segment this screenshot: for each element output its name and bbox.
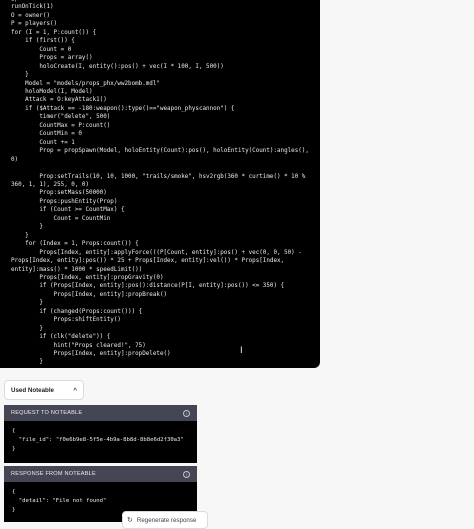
code-line: Props[Index, entity]:pos()) * 25 + Props… [11, 258, 284, 264]
chevron-up-icon: ^ [73, 387, 77, 394]
json-open-brace: { [12, 428, 15, 434]
code-line: CountMax = P:count() [11, 123, 110, 129]
code-line: 0) [11, 157, 18, 163]
code-line: if (clk("delete")) { [11, 334, 110, 340]
code-line: 360, 1, 1), 255, 0, 0) [11, 182, 89, 188]
regenerate-label: Regenerate response [137, 517, 197, 524]
json-value: "f0e6b9e8-5f5e-4b9a-8b8d-8b8e6d2f30a3" [56, 437, 184, 443]
code-line: Count = 0 [11, 47, 71, 53]
code-line: runOnTick(1) [11, 4, 54, 10]
code-line: if (first()) { [11, 38, 75, 44]
code-line: Props:shiftEntity() [11, 317, 121, 323]
code-line: } [11, 72, 29, 78]
response-header: RESPONSE FROM NOTEABLE i [4, 466, 197, 482]
code-line: Count = CountMin [11, 216, 110, 222]
code-line: if (changed(Props:count())) { [11, 309, 142, 315]
request-body: { "file_id": "f0e6b9e8-5f5e-4b9a-8b8d-8b… [4, 421, 197, 463]
code-line: Count += 1 [11, 140, 75, 146]
code-content: @persist Last:number Attack Count runOnT… [0, 0, 320, 368]
code-line: hint("Props cleared!", 75) [11, 343, 146, 349]
info-icon[interactable]: i [183, 410, 190, 417]
code-line: timer("delete", 500) [11, 114, 110, 120]
code-line: for (I = 1, P:count()) { [11, 30, 96, 36]
code-line: O = owner() [11, 13, 50, 19]
code-line: } [11, 233, 29, 239]
regenerate-response-button[interactable]: ↻ Regenerate response [122, 511, 208, 529]
code-line: } [11, 326, 43, 332]
json-close-brace: } [12, 507, 15, 513]
code-line: Prop:setMass(50000) [11, 190, 107, 196]
refresh-icon: ↻ [127, 516, 133, 524]
code-line: holoModel(I, Model) [11, 89, 93, 95]
code-line: Props:pushEntity(Prop) [11, 199, 117, 205]
code-line: if (Count >= CountMax) { [11, 207, 125, 213]
code-block: @persist Last:number Attack Count runOnT… [0, 0, 320, 368]
code-line: if (Props[Index, entity]:pos():distance(… [11, 283, 284, 289]
json-close-brace: } [12, 446, 15, 452]
code-line: Prop:setTrails(10, 10, 1000, "trails/smo… [11, 174, 305, 180]
plugin-toggle-button[interactable]: Used Noteable ^ [4, 380, 84, 400]
code-line: P = players() [11, 21, 57, 27]
request-header: REQUEST TO NOTEABLE i [4, 405, 197, 421]
text-cursor-icon: I [240, 346, 246, 356]
response-title: RESPONSE FROM NOTEABLE [11, 471, 96, 477]
code-line: Prop = propSpawn(Model, holoEntity(Count… [11, 148, 309, 154]
code-line: Props[Index, entity]:propGravity(0) [11, 275, 164, 281]
code-line: for (Index = 1, Props:count()) { [11, 241, 139, 247]
request-title: REQUEST TO NOTEABLE [11, 410, 82, 416]
code-line: Props[Index, entity]:propBreak() [11, 292, 167, 298]
code-line: @persist Last:number Attack Count [11, 0, 128, 2]
json-key: "detail": [19, 498, 49, 504]
code-line: Attack = O:keyAttack1() [11, 97, 107, 103]
json-value: "File not found" [52, 498, 106, 504]
code-line: Props[Index, entity]:propDelete() [11, 351, 171, 357]
code-line: CountMin = 0 [11, 131, 82, 137]
plugin-label: Used Noteable [11, 387, 54, 394]
code-line: } [11, 359, 43, 365]
code-line: Props[Index, entity]:applyForce(((P[Coun… [11, 250, 302, 256]
code-line: holoCreate(I, entity():pos() + vec(I * 1… [11, 64, 224, 70]
code-line: if ($Attack == -180:weapon():type()=="we… [11, 106, 234, 112]
code-line: entity]:mass() * 1000 * speedLimit()) [11, 267, 142, 273]
json-key: "file_id": [19, 437, 53, 443]
code-line: Props = array() [11, 55, 93, 61]
code-line: Model = "models/props_phx/ww2bomb.mdl" [11, 81, 160, 87]
code-line: } [11, 300, 43, 306]
code-line: } [11, 224, 43, 230]
info-icon[interactable]: i [183, 471, 190, 478]
json-open-brace: { [12, 489, 15, 495]
